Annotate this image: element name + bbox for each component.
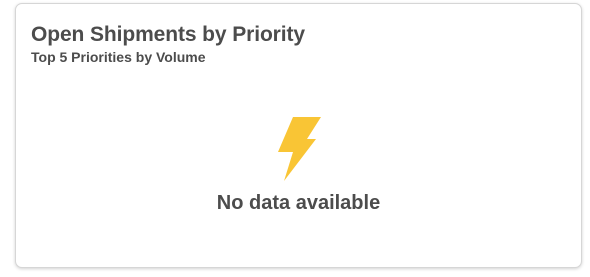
lightning-bolt-icon: [277, 117, 321, 181]
no-data-message: No data available: [216, 192, 381, 214]
card-title: Open Shipments by Priority: [31, 23, 305, 46]
card-subtitle: Top 5 Priorities by Volume: [31, 49, 206, 65]
card-header: Open Shipments by Priority Top 5 Priorit…: [31, 22, 305, 66]
chart-card: Open Shipments by Priority Top 5 Priorit…: [15, 3, 582, 268]
empty-state: No data available: [16, 116, 581, 215]
